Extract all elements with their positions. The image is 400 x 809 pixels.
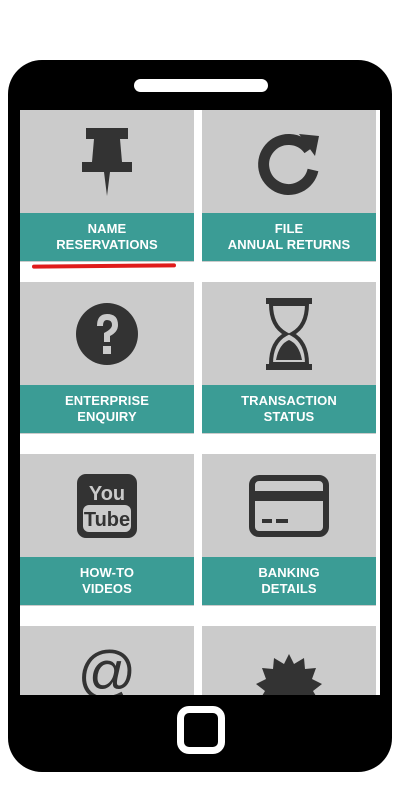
label-line-1: TRANSACTION xyxy=(241,393,337,408)
label-line-1: ENTERPRISE xyxy=(64,393,150,408)
tile-label: NAME RESERVATIONS xyxy=(20,213,194,261)
at-sign-icon: @ xyxy=(20,626,194,696)
label-line-2: RESERVATIONS xyxy=(56,237,158,252)
tile-badge[interactable] xyxy=(202,626,376,695)
label-line-1: HOW-TO xyxy=(79,565,135,580)
tile-enterprise-enquiry[interactable]: ENTERPRISE ENQUIRY xyxy=(20,282,194,434)
youtube-tube-text: Tube xyxy=(84,509,130,531)
tile-transaction-status[interactable]: TRANSACTION STATUS xyxy=(202,282,376,434)
tile-contact-email[interactable]: @ xyxy=(20,626,194,695)
label-line-2: DETAILS xyxy=(261,581,317,596)
tile-file-annual-returns[interactable]: FILE ANNUAL RETURNS xyxy=(202,110,376,262)
pushpin-icon xyxy=(20,110,194,213)
tile-banking-details[interactable]: BANKING DETAILS xyxy=(202,454,376,606)
youtube-you-text: You xyxy=(89,483,125,505)
label-line-2: ANNUAL RETURNS xyxy=(227,237,351,252)
label-line-1: BANKING xyxy=(258,565,320,580)
label-line-1: FILE xyxy=(274,221,304,236)
tile-label: TRANSACTION STATUS xyxy=(202,385,376,433)
label-line-2: VIDEOS xyxy=(82,581,132,596)
tile-label: HOW-TO VIDEOS xyxy=(20,557,194,605)
tile-how-to-videos[interactable]: You Tube HOW-TO VIDEOS xyxy=(20,454,194,606)
tile-name-reservations[interactable]: NAME RESERVATIONS xyxy=(20,110,194,262)
label-line-2: ENQUIRY xyxy=(77,409,137,424)
tile-label: BANKING DETAILS xyxy=(202,557,376,605)
hourglass-icon xyxy=(202,282,376,385)
tile-label: FILE ANNUAL RETURNS xyxy=(202,213,376,261)
youtube-icon: You Tube xyxy=(20,454,194,557)
at-sign-glyph: @ xyxy=(77,640,137,696)
badge-icon xyxy=(202,626,376,695)
phone-speaker xyxy=(134,79,268,92)
label-line-1: NAME xyxy=(87,221,127,236)
refresh-icon xyxy=(202,110,376,213)
question-circle-icon xyxy=(20,282,194,385)
label-line-2: STATUS xyxy=(263,409,315,424)
home-button[interactable] xyxy=(177,706,225,754)
app-screen: NAME RESERVATIONS FILE ANNUAL RETURNS EN… xyxy=(20,110,380,695)
tile-label: ENTERPRISE ENQUIRY xyxy=(20,385,194,433)
credit-card-icon xyxy=(202,454,376,557)
